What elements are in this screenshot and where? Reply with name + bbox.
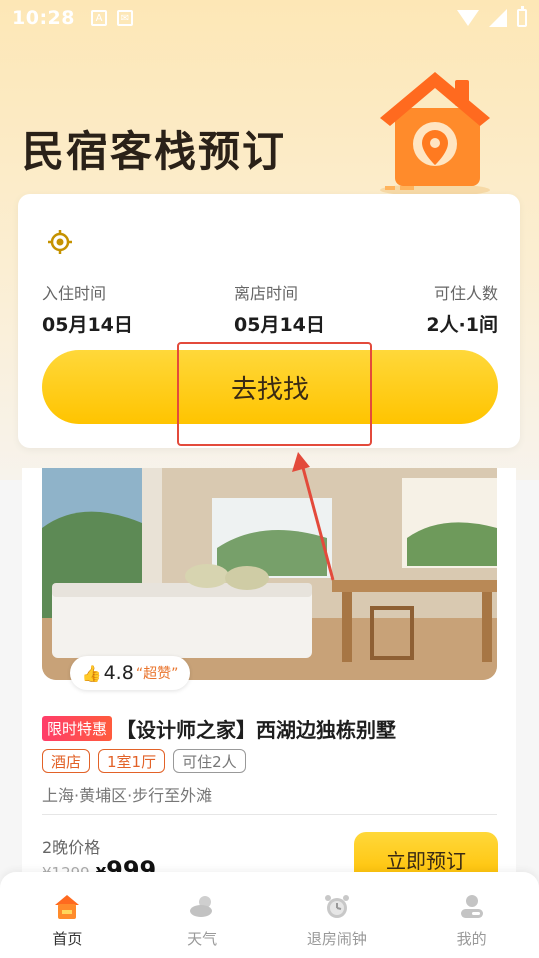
checkout-value: 05月14日 (234, 314, 325, 336)
price-label: 2晚价格 (42, 838, 101, 857)
promo-badge: 限时特惠 (42, 716, 113, 741)
rating-tag: “超赞” (135, 666, 179, 682)
house-location-icon (380, 72, 490, 196)
listing-title[interactable]: 【设计师之家】西湖边独栋别墅 (116, 714, 396, 743)
guests-value: 2人·1间 (426, 314, 498, 336)
mail-icon: ✉ (116, 10, 133, 26)
checkin-label: 入住时间 (42, 284, 107, 303)
tab-bar: 首页 天气 退房闹钟 我的 (0, 872, 539, 958)
listing-photo[interactable] (42, 468, 497, 680)
listing-card[interactable]: 👍 4.8 “超赞” 限时特惠 【设计师之家】西湖边独栋别墅 酒店 1室1厅 可… (22, 468, 516, 888)
status-time: 10:28 (12, 7, 75, 29)
annotation-highlight-box (177, 342, 372, 446)
rating-score: 4.8 (103, 662, 134, 684)
wifi-icon (457, 10, 479, 26)
listing-address: 上海·黄埔区·步行至外滩 (42, 786, 213, 805)
tab-weather[interactable]: 天气 (135, 872, 270, 958)
tab-home-label: 首页 (52, 930, 83, 948)
tab-home[interactable]: 首页 (0, 872, 135, 958)
checkout-field[interactable]: 离店时间 05月14日 (234, 280, 325, 337)
tab-profile-label: 我的 (456, 930, 487, 948)
profile-icon (460, 895, 483, 918)
tab-weather-label: 天气 (187, 930, 218, 948)
signal-icon (489, 9, 507, 27)
alarm-icon (324, 895, 349, 918)
a-box-icon: A (90, 10, 107, 26)
guests-label: 可住人数 (433, 284, 498, 303)
tag-type: 酒店 (42, 749, 91, 773)
listing-title-row: 限时特惠 【设计师之家】西湖边独栋别墅 (42, 714, 396, 743)
thumbs-up-icon: 👍 (81, 663, 102, 683)
divider (42, 814, 497, 815)
locate-icon[interactable] (46, 228, 74, 256)
home-icon (55, 895, 80, 919)
rating-badge: 👍 4.8 “超赞” (70, 656, 190, 690)
tab-alarm-label: 退房闹钟 (306, 930, 367, 948)
tab-checkout-alarm[interactable]: 退房闹钟 (270, 872, 405, 958)
checkout-label: 离店时间 (234, 284, 299, 303)
status-bar: 10:28 A ✉ (0, 0, 539, 36)
checkin-value: 05月14日 (42, 314, 133, 336)
listing-tags: 酒店 1室1厅 可住2人 (42, 749, 246, 773)
tag-rooms: 1室1厅 (98, 749, 166, 773)
battery-icon (517, 6, 527, 27)
tag-capacity: 可住2人 (173, 749, 246, 773)
guests-field[interactable]: 可住人数 2人·1间 (426, 280, 498, 337)
page-title: 民宿客栈预订 (22, 127, 287, 176)
checkin-field[interactable]: 入住时间 05月14日 (42, 280, 133, 337)
tab-profile[interactable]: 我的 (404, 872, 539, 958)
weather-icon (190, 896, 213, 917)
